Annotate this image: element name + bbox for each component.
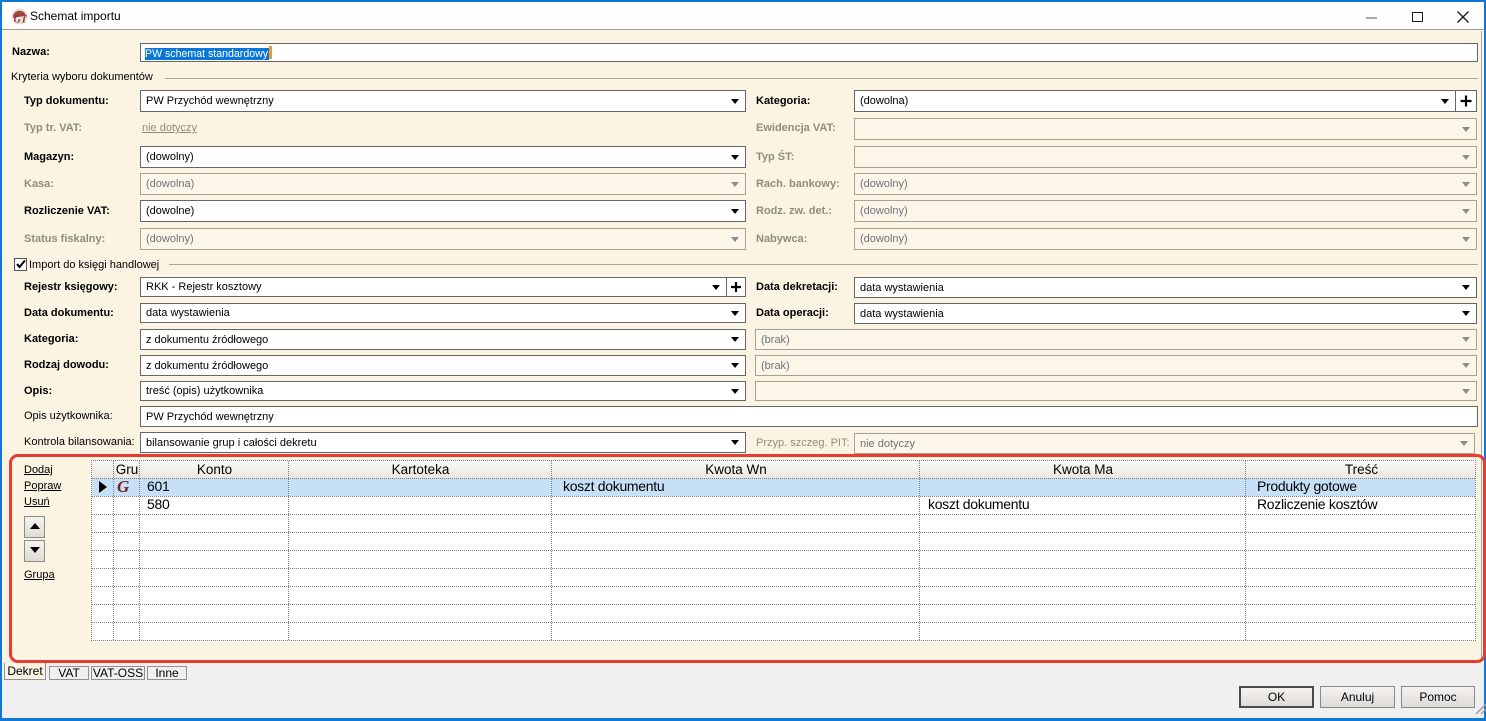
svg-text:GT: GT bbox=[14, 15, 28, 25]
